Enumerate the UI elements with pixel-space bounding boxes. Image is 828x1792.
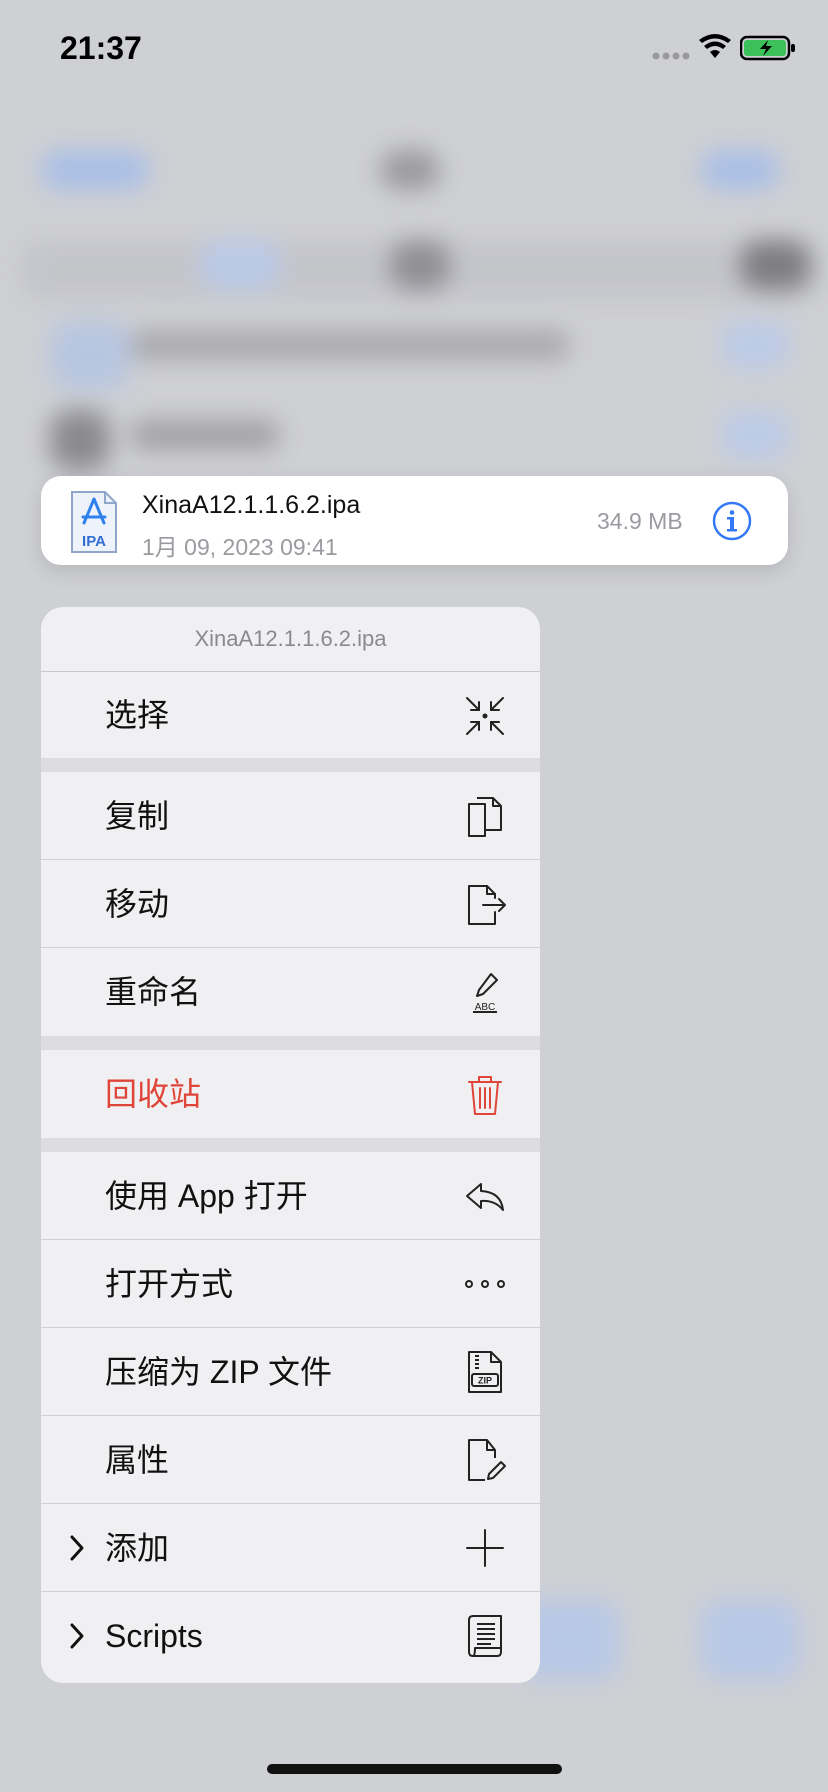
zip-file-icon: ZIP xyxy=(468,1351,502,1393)
menu-separator xyxy=(41,1138,540,1152)
menu-item-properties[interactable]: 属性 xyxy=(41,1416,540,1504)
file-size: 34.9 MB xyxy=(597,508,683,534)
menu-item-label: 重命名 xyxy=(105,974,202,1010)
battery-charging-icon xyxy=(740,35,795,61)
menu-item-label: 移动 xyxy=(105,886,170,922)
chevron-right-icon xyxy=(70,1535,84,1561)
menu-item-add[interactable]: 添加 xyxy=(41,1504,540,1592)
edit-document-icon xyxy=(468,1439,506,1481)
menu-item-label: 选择 xyxy=(105,697,170,733)
menu-item-label: 打开方式 xyxy=(105,1266,234,1302)
menu-separator xyxy=(41,758,540,772)
menu-item-label: 使用 App 打开 xyxy=(105,1178,308,1214)
menu-item-label: 压缩为 ZIP 文件 xyxy=(105,1354,332,1390)
menu-separator xyxy=(41,1036,540,1050)
svg-text:IPA: IPA xyxy=(82,533,106,550)
rename-pencil-icon: ABC xyxy=(473,973,498,1013)
menu-item-label: Scripts xyxy=(105,1618,203,1654)
menu-item-select[interactable]: 选择 xyxy=(41,672,540,758)
menu-item-label: 添加 xyxy=(105,1530,170,1566)
menu-item-open-with-app[interactable]: 使用 App 打开 xyxy=(41,1152,540,1240)
chevron-right-icon xyxy=(70,1623,84,1649)
status-time: 21:37 xyxy=(60,30,142,66)
menu-item-compress-zip[interactable]: 压缩为 ZIP 文件 ZIP xyxy=(41,1328,540,1416)
menu-item-move[interactable]: 移动 xyxy=(41,860,540,948)
menu-item-open-method[interactable]: 打开方式 xyxy=(41,1240,540,1328)
file-preview-card[interactable]: IPA XinaA12.1.1.6.2.ipa 1月 09, 2023 09:4… xyxy=(41,476,788,565)
wifi-icon xyxy=(699,34,731,58)
menu-item-rename[interactable]: 重命名 ABC xyxy=(41,948,540,1036)
collapse-arrows-icon xyxy=(466,697,504,735)
context-menu: XinaA12.1.1.6.2.ipa 选择 复制 移动 重命名 ABC 回收站… xyxy=(41,607,540,1683)
file-date: 1月 09, 2023 09:41 xyxy=(142,534,338,560)
ipa-file-icon: IPA xyxy=(71,491,117,553)
menu-header: XinaA12.1.1.6.2.ipa xyxy=(41,607,540,672)
svg-text:ZIP: ZIP xyxy=(478,1376,492,1386)
status-bar: 21:37 xyxy=(0,0,828,100)
share-reply-icon xyxy=(466,1183,504,1211)
more-dots-icon xyxy=(465,1280,505,1288)
menu-item-trash[interactable]: 回收站 xyxy=(41,1050,540,1138)
file-name: XinaA12.1.1.6.2.ipa xyxy=(142,491,361,519)
trash-icon xyxy=(468,1076,502,1115)
menu-item-label: 回收站 xyxy=(105,1076,202,1112)
menu-item-label: 复制 xyxy=(105,798,170,834)
menu-item-label: 属性 xyxy=(105,1442,170,1478)
move-file-icon xyxy=(468,885,506,925)
info-icon[interactable] xyxy=(711,500,753,542)
copy-icon xyxy=(468,797,502,837)
script-scroll-icon xyxy=(468,1615,502,1657)
plus-icon xyxy=(466,1529,504,1567)
menu-item-copy[interactable]: 复制 xyxy=(41,772,540,860)
cellular-signal-icon xyxy=(652,52,690,60)
menu-item-scripts[interactable]: Scripts xyxy=(41,1592,540,1680)
home-indicator[interactable] xyxy=(267,1764,562,1774)
